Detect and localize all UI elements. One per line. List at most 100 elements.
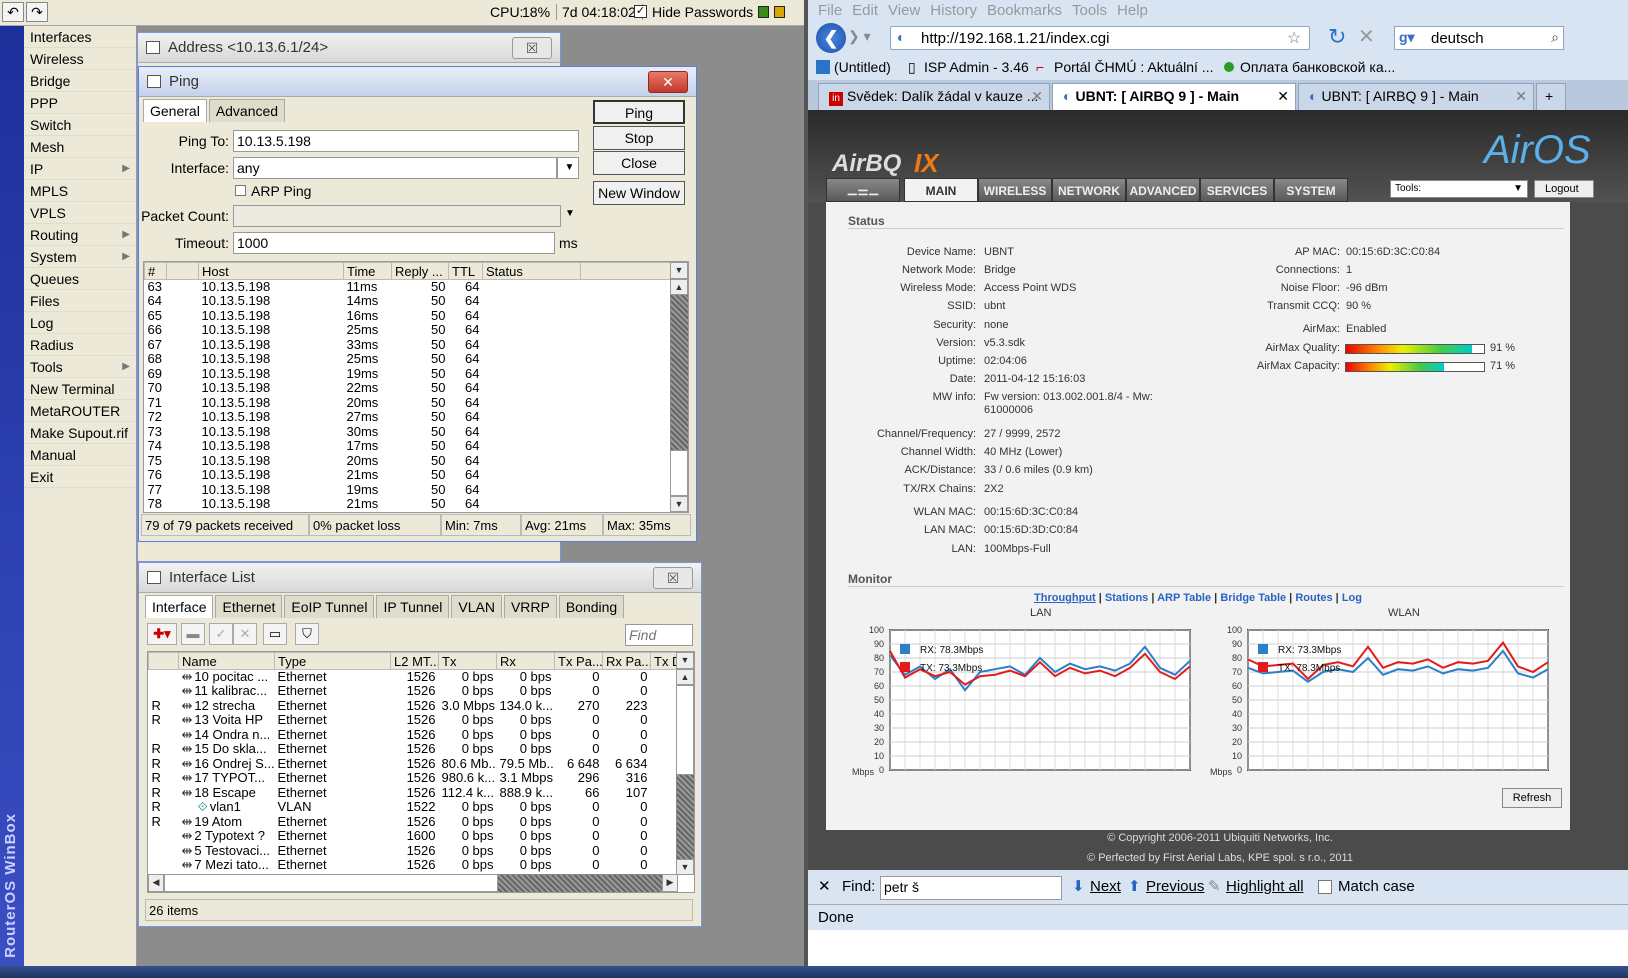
menu-item-ip[interactable]: IP ▶ (24, 158, 136, 180)
table-row[interactable]: ⇹ 5 Testovaci... Ethernet 1526 0 bps 0 bps 0 0 (149, 844, 679, 859)
address-window-title[interactable]: Address <10.13.6.1/24> ☒ (138, 33, 560, 63)
timeout-field[interactable]: 1000 (233, 232, 555, 254)
column-header[interactable]: Type (274, 652, 391, 670)
tab-advanced[interactable]: Advanced (208, 99, 286, 122)
table-row[interactable]: 76 10.13.5.198 21ms 50 64 (145, 468, 671, 483)
nav-tab-wireless[interactable]: WIRELESS (978, 178, 1052, 202)
table-row[interactable]: 69 10.13.5.198 19ms 50 64 (145, 367, 671, 382)
scroll-left-icon[interactable]: ◀ (148, 874, 164, 892)
table-row[interactable]: R ⟐ vlan1 VLAN 1522 0 bps 0 bps 0 0 (149, 800, 679, 815)
column-header[interactable]: Rx (496, 652, 555, 670)
table-row[interactable]: ⇹ 2 Typotext ? Ethernet 1600 0 bps 0 bps 0 0 (149, 829, 679, 844)
menu-item-tools[interactable]: Tools ▶ (24, 356, 136, 378)
menu-item-mpls[interactable]: MPLS (24, 180, 136, 202)
tab-interface[interactable]: Interface (145, 595, 214, 618)
scroll-up-icon[interactable]: ▲ (676, 669, 694, 685)
menu-item-metarouter[interactable]: MetaROUTER (24, 400, 136, 422)
table-row[interactable]: R ⇹ 15 Do skla... Ethernet 1526 0 bps 0 bps 0 0 (149, 742, 679, 757)
table-row[interactable]: 66 10.13.5.198 25ms 50 64 (145, 323, 671, 338)
browser-tab[interactable]: ◐ UBNT: [ AIRBQ 9 ] - Main ✕ (1298, 83, 1534, 110)
redo-icon[interactable]: ↷ (26, 2, 48, 22)
table-row[interactable]: 63 10.13.5.198 11ms 50 64 (145, 280, 671, 295)
table-row[interactable]: ⇹ 7 Mezi tato... Ethernet 1526 0 bps 0 bps 0 0 (149, 858, 679, 873)
menu-tools[interactable]: Tools (1072, 2, 1107, 19)
bookmark-item[interactable]: Portál ČHMÚ : Aktuální ... (1054, 54, 1214, 80)
tab-bonding[interactable]: Bonding (558, 595, 625, 618)
column-header[interactable] (166, 262, 199, 280)
table-row[interactable]: 74 10.13.5.198 17ms 50 64 (145, 439, 671, 454)
menu-item-files[interactable]: Files (24, 290, 136, 312)
menu-item-manual[interactable]: Manual (24, 444, 136, 466)
tools-select[interactable]: Tools: ▼ (1390, 180, 1528, 198)
menu-item-new-terminal[interactable]: New Terminal (24, 378, 136, 400)
filter-icon[interactable]: ⛉ (295, 623, 319, 645)
column-header[interactable]: Tx Pa... (554, 652, 603, 670)
back-icon[interactable]: ❮ (816, 23, 846, 53)
table-row[interactable]: R ⇹ 17 TYPOT... Ethernet 1526 980.6 k... 3.1 M… (149, 771, 679, 786)
table-row[interactable]: R ⇹ 16 Ondrej S... Ethernet 1526 80.6 Mb... 79… (149, 757, 679, 772)
undo-icon[interactable]: ↶ (2, 2, 24, 22)
chevron-down-icon[interactable]: ▼ (565, 208, 575, 219)
tab-eoip-tunnel[interactable]: EoIP Tunnel (284, 595, 375, 618)
column-header[interactable]: L2 MT... (390, 652, 439, 670)
column-header[interactable]: Status (482, 262, 581, 280)
refresh-button[interactable]: Refresh (1502, 788, 1562, 808)
close-icon[interactable]: ✕ (1031, 84, 1043, 109)
ping-to-field[interactable]: 10.13.5.198 (233, 130, 579, 152)
search-icon[interactable]: ⌕ (1551, 29, 1559, 46)
table-row[interactable]: R ⇹ 18 Escape Ethernet 1526 112.4 k... 888.9 k… (149, 786, 679, 801)
nav-tab-network[interactable]: NETWORK (1052, 178, 1126, 202)
tab-vrrp[interactable]: VRRP (503, 595, 557, 618)
close-icon[interactable]: ✕ (1277, 84, 1289, 109)
new-window-button[interactable]: New Window (593, 181, 685, 205)
browser-tab-active[interactable]: ◐ UBNT: [ AIRBQ 9 ] - Main ✕ (1052, 83, 1296, 110)
bookmark-item[interactable]: (Untitled) (834, 54, 891, 80)
menu-item-log[interactable]: Log (24, 312, 136, 334)
ubiquiti-logo-tab[interactable]: ⚊⚌⚊ (826, 178, 900, 202)
highlight-all-button[interactable]: Highlight all (1226, 870, 1304, 904)
menu-help[interactable]: Help (1117, 2, 1148, 19)
table-row[interactable]: ⇹ 10 pocitac ... Ethernet 1526 0 bps 0 bps 0 0 (149, 670, 679, 685)
search-field[interactable]: g▾ deutsch ⌕ (1394, 26, 1564, 50)
interface-field[interactable]: any (233, 157, 557, 179)
table-row[interactable]: 73 10.13.5.198 30ms 50 64 (145, 425, 671, 440)
menu-edit[interactable]: Edit (852, 2, 878, 19)
column-header[interactable] (148, 652, 179, 670)
new-tab-button[interactable]: + (1536, 83, 1566, 110)
menu-item-interfaces[interactable]: Interfaces (24, 26, 136, 48)
table-row[interactable]: 64 10.13.5.198 14ms 50 64 (145, 294, 671, 309)
table-row[interactable]: 70 10.13.5.198 22ms 50 64 (145, 381, 671, 396)
tab-vlan[interactable]: VLAN (451, 595, 502, 618)
table-row[interactable]: 65 10.13.5.198 16ms 50 64 (145, 309, 671, 324)
column-header[interactable]: Host (198, 262, 344, 280)
tab-general[interactable]: General (143, 99, 207, 122)
table-row[interactable]: ⇹ 14 Ondra n... Ethernet 1526 0 bps 0 bps 0 0 (149, 728, 679, 743)
nav-tab-advanced[interactable]: ADVANCED (1126, 178, 1200, 202)
menu-item-switch[interactable]: Switch (24, 114, 136, 136)
menu-item-bridge[interactable]: Bridge (24, 70, 136, 92)
column-header[interactable]: Tx (438, 652, 497, 670)
column-header[interactable]: # (144, 262, 167, 280)
table-row[interactable]: ⇹ 11 kalibrac... Ethernet 1526 0 bps 0 bps 0 0 (149, 684, 679, 699)
table-row[interactable]: R ⇹ 12 strecha Ethernet 1526 3.0 Mbps 134.0 k.… (149, 699, 679, 714)
scroll-track[interactable] (676, 685, 694, 775)
scroll-down-icon[interactable]: ▼ (676, 859, 694, 875)
nav-tab-system[interactable]: SYSTEM (1274, 178, 1348, 202)
menu-item-system[interactable]: System ▶ (24, 246, 136, 268)
monitor-link-bridge-table[interactable]: Bridge Table (1220, 592, 1286, 604)
column-header[interactable] (580, 262, 671, 280)
stop-button[interactable]: Stop (593, 126, 685, 150)
star-icon[interactable]: ☆ (1287, 28, 1301, 48)
scroll-up-icon[interactable]: ▲ (670, 279, 688, 295)
bookmark-item[interactable]: Оплата банковской ка... (1240, 54, 1395, 80)
close-icon[interactable]: ✕ (648, 71, 688, 93)
monitor-link-stations[interactable]: Stations (1105, 592, 1148, 604)
bookmark-item[interactable]: ISP Admin - 3.46 (924, 54, 1029, 80)
close-icon[interactable]: ☒ (653, 567, 693, 589)
ping-button[interactable]: Ping (593, 100, 685, 124)
hide-passwords-checkbox[interactable]: ✓ (634, 5, 647, 18)
browser-tab[interactable]: in Svědek: Dalík žádal v kauze ... ✕ (818, 83, 1050, 110)
nav-tab-services[interactable]: SERVICES (1200, 178, 1274, 202)
column-header[interactable]: Time (343, 262, 392, 280)
url-bar[interactable]: ◐ http://192.168.1.21/index.cgi ☆ (890, 26, 1310, 50)
